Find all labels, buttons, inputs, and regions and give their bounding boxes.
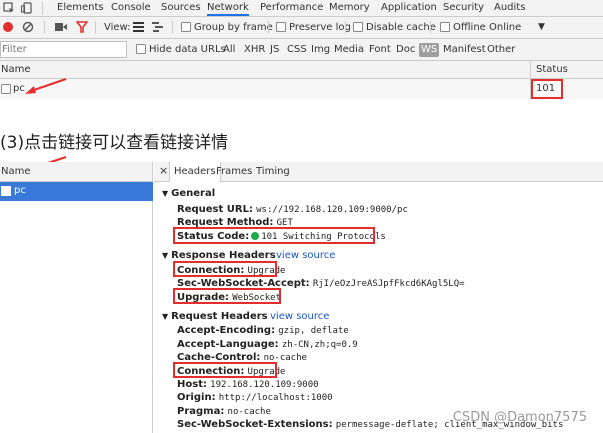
request-list-body bbox=[0, 201, 153, 433]
network-toolbar: View: Group by frame Preserve log Disabl… bbox=[0, 17, 603, 39]
tab-performance[interactable]: Performance bbox=[260, 0, 323, 16]
watermark: CSDN @Damon7575 bbox=[452, 410, 587, 425]
general-title: General bbox=[171, 188, 216, 199]
column-name-header[interactable]: Name bbox=[1, 166, 31, 177]
arrow-annotation bbox=[25, 78, 67, 94]
status-code-highlight bbox=[173, 227, 375, 244]
origin-row: Origin: http://localhost:1000 bbox=[177, 391, 333, 405]
response-headers-label: Response Headers bbox=[171, 250, 276, 261]
inspect-element-icon[interactable] bbox=[3, 2, 15, 14]
tab-timing[interactable]: Timing bbox=[256, 165, 290, 179]
request-list-header: Name bbox=[0, 162, 153, 182]
request-url-row: Request URL: ws://192.168.120.109:9000/p… bbox=[177, 203, 408, 217]
pragma-row: Pragma: no-cache bbox=[177, 405, 271, 419]
status-highlight-box bbox=[531, 79, 563, 99]
row-checkbox[interactable] bbox=[1, 186, 11, 196]
large-rows-icon[interactable] bbox=[133, 22, 144, 32]
request-view-source-link[interactable]: view source bbox=[270, 310, 329, 323]
tab-console[interactable]: Console bbox=[111, 0, 151, 16]
filter-type-img[interactable]: Img bbox=[311, 44, 330, 56]
accept-encoding-key: Accept-Encoding: bbox=[177, 325, 276, 336]
tab-security[interactable]: Security bbox=[443, 0, 484, 16]
column-status-header[interactable]: Status bbox=[536, 64, 568, 75]
response-view-source-link[interactable]: view source bbox=[276, 249, 335, 262]
accept-language-value: zh-CN,zh;q=0.9 bbox=[281, 340, 358, 350]
list-item-name: pc bbox=[14, 185, 26, 196]
offline-checkbox[interactable] bbox=[440, 22, 450, 32]
disable-cache-label: Disable cache bbox=[366, 22, 436, 33]
filter-type-all[interactable]: All bbox=[223, 44, 235, 56]
request-headers-label: Request Headers bbox=[171, 311, 268, 322]
overview-icon[interactable] bbox=[152, 22, 163, 32]
filter-type-font[interactable]: Font bbox=[369, 44, 391, 56]
filter-type-media[interactable]: Media bbox=[334, 44, 364, 56]
preserve-log-label: Preserve log bbox=[289, 22, 351, 33]
table-row[interactable]: pc 101 bbox=[0, 79, 603, 171]
clear-icon[interactable] bbox=[22, 21, 34, 33]
response-connection-highlight bbox=[173, 261, 277, 277]
response-upgrade-highlight bbox=[173, 288, 281, 304]
step-caption: (3)点击链接可以查看链接详情 bbox=[0, 133, 229, 153]
column-name-header[interactable]: Name bbox=[1, 64, 31, 75]
chevron-down-icon[interactable]: ▼ bbox=[538, 21, 545, 34]
device-toolbar-icon[interactable] bbox=[21, 2, 33, 14]
origin-value: http://localhost:1000 bbox=[218, 393, 333, 403]
triangle-down-icon: ▼ bbox=[162, 312, 169, 321]
tab-headers[interactable]: Headers bbox=[169, 162, 221, 182]
accept-language-row: Accept-Language: zh-CN,zh;q=0.9 bbox=[177, 338, 358, 352]
devtools-tab-bar: Elements Console Sources Network Perform… bbox=[0, 0, 603, 17]
filter-type-other[interactable]: Other bbox=[487, 44, 515, 56]
filter-type-xhr[interactable]: XHR bbox=[244, 44, 265, 56]
list-item[interactable]: pc bbox=[0, 182, 153, 201]
origin-key: Origin: bbox=[177, 392, 216, 403]
accept-encoding-row: Accept-Encoding: gzip, deflate bbox=[177, 324, 349, 338]
disable-cache-checkbox[interactable] bbox=[353, 22, 363, 32]
detail-tab-bar: × Headers Frames Timing bbox=[154, 162, 603, 182]
tab-frames[interactable]: Frames bbox=[216, 165, 252, 179]
filter-type-manifest[interactable]: Manifest bbox=[443, 44, 486, 56]
request-connection-highlight bbox=[173, 362, 277, 378]
websocket-accept-value: RjI/eOzJreASJpfFkcd6KAgl5LQ= bbox=[312, 279, 465, 289]
filter-type-ws[interactable]: WS bbox=[419, 43, 440, 57]
filter-icon[interactable] bbox=[75, 21, 89, 33]
tab-elements[interactable]: Elements bbox=[57, 0, 104, 16]
filter-bar: Hide data URLs All XHR JS CSS Img Media … bbox=[0, 39, 603, 61]
accept-language-key: Accept-Language: bbox=[177, 339, 279, 350]
request-url-key: Request URL: bbox=[177, 204, 253, 215]
row-checkbox[interactable] bbox=[1, 84, 11, 94]
hide-data-urls-label: Hide data URLs bbox=[149, 44, 226, 55]
tab-application[interactable]: Application bbox=[381, 0, 437, 16]
general-section-title[interactable]: ▼ General bbox=[162, 187, 215, 200]
host-value: 192.168.120.109:9000 bbox=[210, 380, 319, 390]
hide-data-urls-checkbox[interactable] bbox=[136, 44, 146, 54]
close-icon[interactable]: × bbox=[159, 164, 168, 178]
filter-type-css[interactable]: CSS bbox=[287, 44, 307, 56]
host-key: Host: bbox=[177, 379, 207, 390]
triangle-down-icon: ▼ bbox=[162, 251, 169, 260]
pragma-value: no-cache bbox=[227, 407, 271, 417]
filter-type-js[interactable]: JS bbox=[270, 44, 279, 56]
group-by-frame-label: Group by frame bbox=[194, 22, 273, 33]
group-by-frame-checkbox[interactable] bbox=[181, 22, 191, 32]
websocket-extensions-key: Sec-WebSocket-Extensions: bbox=[177, 419, 333, 430]
record-icon[interactable] bbox=[3, 22, 13, 32]
triangle-down-icon: ▼ bbox=[162, 189, 169, 198]
request-headers-title[interactable]: ▼ Request Headers bbox=[162, 310, 268, 323]
requests-table-header: Name Status bbox=[0, 61, 603, 79]
pragma-key: Pragma: bbox=[177, 406, 225, 417]
preserve-log-checkbox[interactable] bbox=[276, 22, 286, 32]
accept-encoding-value: gzip, deflate bbox=[278, 326, 349, 336]
filter-input[interactable] bbox=[0, 41, 127, 58]
tab-audits[interactable]: Audits bbox=[494, 0, 525, 16]
throttling-select[interactable]: Online bbox=[489, 21, 521, 34]
filter-type-doc[interactable]: Doc bbox=[396, 44, 415, 56]
view-label: View: bbox=[104, 22, 131, 33]
host-row: Host: 192.168.120.109:9000 bbox=[177, 378, 319, 392]
request-url-value: ws://192.168.120.109:9000/pc bbox=[256, 205, 408, 215]
video-capture-icon[interactable] bbox=[55, 22, 67, 32]
offline-label: Offline bbox=[453, 22, 486, 33]
tab-memory[interactable]: Memory bbox=[329, 0, 370, 16]
tab-network[interactable]: Network bbox=[207, 0, 249, 16]
tab-sources[interactable]: Sources bbox=[161, 0, 201, 16]
